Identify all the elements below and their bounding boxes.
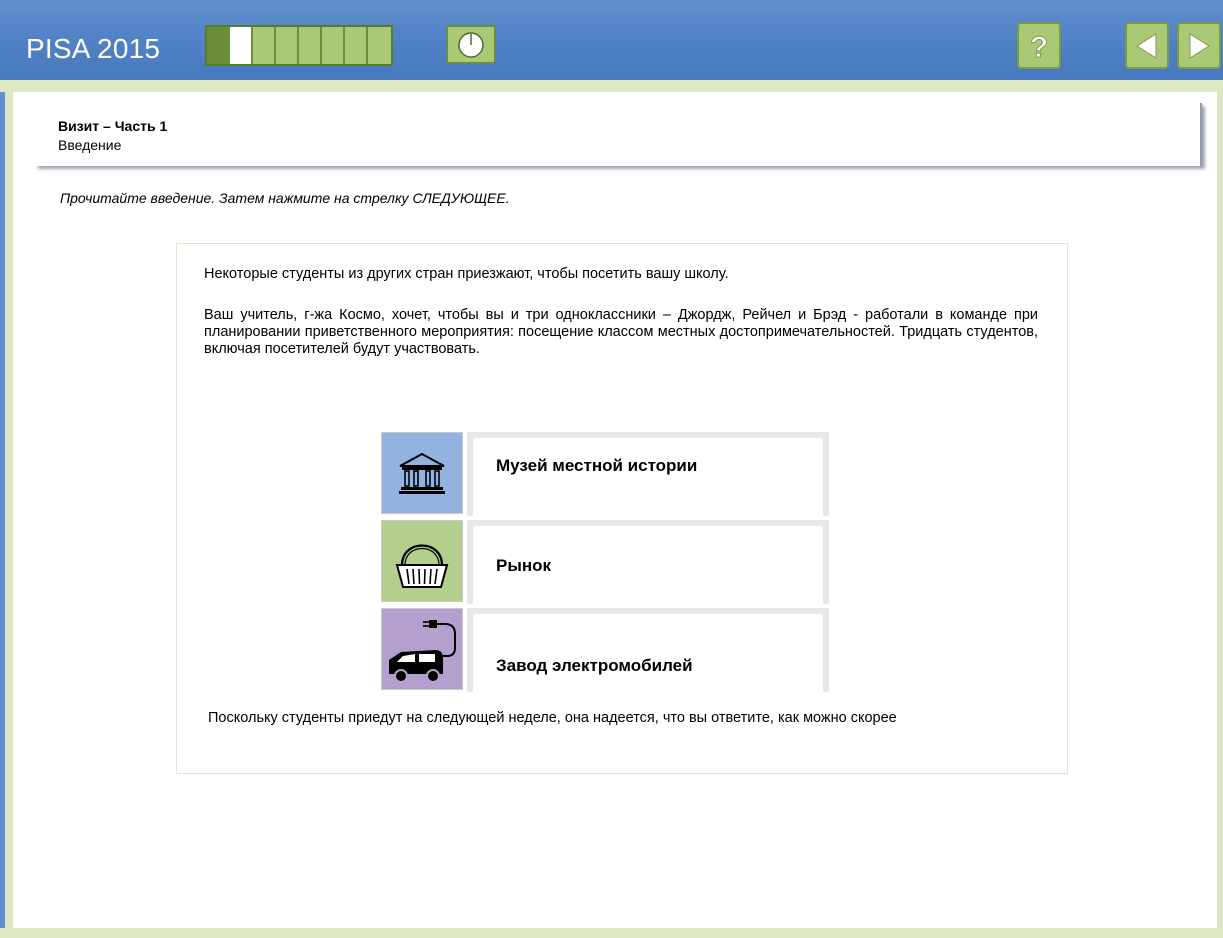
progress-segment-completed [207,27,230,64]
electric-car-icon [389,620,456,683]
closing-paragraph: Поскольку студенты приедут на следующей … [208,710,897,726]
unit-title-box: Визит – Часть 1 Введение [35,103,1202,166]
progress-segment [368,27,391,64]
progress-segment [299,27,322,64]
previous-button[interactable] [1125,22,1169,69]
unit-title: Визит – Часть 1 [58,118,168,134]
progress-segment-current [230,27,253,64]
progress-segment [322,27,345,64]
site-card-factory: Завод электромобилей [467,608,829,692]
progress-indicator [205,25,393,66]
intro-paragraph-2: Ваш учитель, г-жа Космо, хочет, чтобы вы… [204,307,1038,357]
site-card-museum: Музей местной истории [467,432,829,516]
arrow-right-icon [1189,32,1210,59]
site-icon-factory [381,608,463,690]
help-button[interactable]: ? [1017,22,1061,69]
basket-icon [395,544,449,588]
site-icon-museum [381,432,463,514]
intro-paragraph-1: Некоторые студенты из других стран приез… [204,266,729,282]
stimulus-panel: Некоторые студенты из других стран приез… [176,243,1068,774]
progress-segment [345,27,368,64]
clock-icon [458,31,484,58]
frame-right [1217,92,1223,938]
site-label: Рынок [496,556,552,575]
site-card-market: Рынок [467,520,829,604]
top-bar-strip [0,80,1223,92]
arrow-left-icon [1136,32,1157,59]
museum-icon [399,452,445,494]
progress-segment [253,27,276,64]
top-bar: PISA 2015 ? [0,0,1223,92]
frame-bottom [0,928,1223,938]
site-label: Завод электромобилей [496,656,693,675]
site-icon-market [381,520,463,602]
instruction-text: Прочитайте введение. Затем нажмите на ст… [60,190,510,206]
svg-text:?: ? [1030,31,1048,63]
progress-segment [276,27,299,64]
site-label: Музей местной истории [496,456,698,475]
timer-button[interactable] [446,25,496,64]
question-icon: ? [1029,30,1048,63]
unit-subtitle: Введение [58,137,122,153]
next-button[interactable] [1177,22,1221,69]
frame-left [0,92,13,938]
pisa-logo: PISA 2015 [26,33,161,64]
site-list: Музей местной истории Рынок Завод электр… [381,432,829,692]
